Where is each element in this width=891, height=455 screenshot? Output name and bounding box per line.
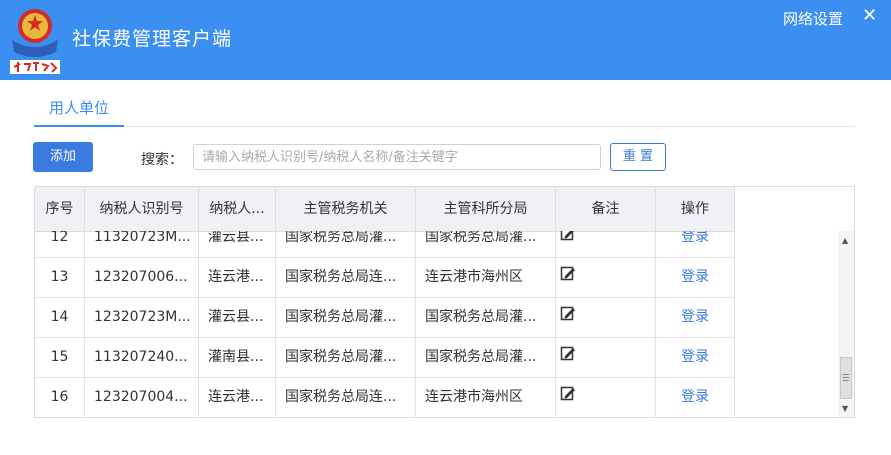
- edit-note-icon[interactable]: [560, 338, 576, 377]
- col-header-index[interactable]: 序号: [35, 187, 85, 231]
- grip-line: [843, 377, 849, 378]
- cell-taxpayer-name: 连云港...: [199, 258, 276, 297]
- search-input[interactable]: [193, 144, 601, 170]
- cell-tax-authority: 国家税务总局灌...: [276, 231, 416, 257]
- cell-index: 14: [35, 298, 85, 337]
- col-header-action[interactable]: 操作: [656, 187, 735, 231]
- cell-taxpayer-id: 113207240...: [85, 338, 199, 377]
- table-header-filler: [735, 187, 854, 231]
- scroll-down-arrow-icon[interactable]: ▼: [842, 404, 848, 413]
- table-scrollbar[interactable]: ▲ ▼: [838, 231, 854, 417]
- col-header-tax-office[interactable]: 主管科所分局: [416, 187, 556, 231]
- cell-taxpayer-id: 12320723M...: [85, 298, 199, 337]
- employer-table: 序号 纳税人识别号 纳税人... 主管税务机关 主管科所分局 备注 操作 12 1…: [34, 186, 855, 418]
- cell-taxpayer-name: 连云港...: [199, 378, 276, 417]
- scrollbar-thumb[interactable]: [840, 357, 852, 399]
- login-link[interactable]: 登录: [681, 349, 709, 365]
- reset-button[interactable]: 重 置: [610, 143, 666, 171]
- tab-employer[interactable]: 用人单位: [34, 98, 124, 127]
- login-link[interactable]: 登录: [681, 269, 709, 285]
- tab-bar: 用人单位: [34, 98, 855, 127]
- login-link[interactable]: 登录: [681, 309, 709, 325]
- edit-note-icon[interactable]: [560, 298, 576, 337]
- cell-tax-authority: 国家税务总局连...: [276, 258, 416, 297]
- cell-note: [556, 338, 656, 377]
- cell-action: 登录: [656, 338, 735, 377]
- login-link[interactable]: 登录: [681, 231, 709, 245]
- network-settings-link[interactable]: 网络设置: [783, 8, 843, 29]
- cell-tax-office: 连云港市海州区: [416, 258, 556, 297]
- cell-note: [556, 298, 656, 337]
- cell-index: 16: [35, 378, 85, 417]
- table-rows: 12 11320723M... 灌云县... 国家税务总局灌... 国家税务总局灌...…: [35, 231, 735, 417]
- cell-tax-office: 国家税务总局灌...: [416, 298, 556, 337]
- scroll-up-arrow-icon[interactable]: ▲: [842, 236, 848, 245]
- cell-tax-authority: 国家税务总局灌...: [276, 338, 416, 377]
- cell-tax-authority: 国家税务总局连...: [276, 378, 416, 417]
- cell-taxpayer-id: 11320723M...: [85, 231, 199, 257]
- cell-taxpayer-id: 123207006...: [85, 258, 199, 297]
- cell-index: 15: [35, 338, 85, 377]
- cell-taxpayer-name: 灌云县...: [199, 231, 276, 257]
- cell-action: 登录: [656, 378, 735, 417]
- table-row: 14 12320723M... 灌云县... 国家税务总局灌... 国家税务总局灌...…: [35, 298, 735, 338]
- col-header-taxpayer-id[interactable]: 纳税人识别号: [85, 187, 199, 231]
- tax-emblem-logo: [6, 4, 64, 74]
- table-row: 12 11320723M... 灌云县... 国家税务总局灌... 国家税务总局灌...…: [35, 231, 735, 258]
- cell-index: 13: [35, 258, 85, 297]
- grip-line: [843, 380, 849, 381]
- cell-note: [556, 231, 656, 257]
- app-header: 社保费管理客户端 网络设置 ✕: [0, 0, 891, 80]
- close-icon[interactable]: ✕: [862, 5, 877, 26]
- search-label: 搜索：: [141, 152, 183, 168]
- cell-tax-office: 连云港市海州区: [416, 378, 556, 417]
- edit-note-icon[interactable]: [560, 378, 576, 417]
- edit-note-icon[interactable]: [560, 258, 576, 297]
- add-button[interactable]: 添加: [33, 142, 93, 172]
- cell-note: [556, 258, 656, 297]
- cell-tax-office: 国家税务总局灌...: [416, 231, 556, 257]
- cell-action: 登录: [656, 231, 735, 257]
- cell-action: 登录: [656, 298, 735, 337]
- table-header: 序号 纳税人识别号 纳税人... 主管税务机关 主管科所分局 备注 操作: [35, 187, 735, 232]
- cell-tax-office: 国家税务总局灌...: [416, 338, 556, 377]
- table-row: 13 123207006... 连云港... 国家税务总局连... 连云港市海州区 登录: [35, 258, 735, 298]
- col-header-tax-authority[interactable]: 主管税务机关: [276, 187, 416, 231]
- login-link[interactable]: 登录: [681, 389, 709, 405]
- cell-note: [556, 378, 656, 417]
- col-header-note[interactable]: 备注: [556, 187, 656, 231]
- grip-line: [843, 374, 849, 375]
- edit-note-icon[interactable]: [560, 231, 576, 257]
- table-row: 16 123207004... 连云港... 国家税务总局连... 连云港市海州区 登录: [35, 378, 735, 417]
- cell-action: 登录: [656, 258, 735, 297]
- col-header-taxpayer-name[interactable]: 纳税人...: [199, 187, 276, 231]
- cell-taxpayer-id: 123207004...: [85, 378, 199, 417]
- app-title: 社保费管理客户端: [72, 28, 233, 50]
- cell-taxpayer-name: 灌南县...: [199, 338, 276, 377]
- cell-index: 12: [35, 231, 85, 257]
- cell-taxpayer-name: 灌云县...: [199, 298, 276, 337]
- cell-tax-authority: 国家税务总局灌...: [276, 298, 416, 337]
- table-body: 12 11320723M... 灌云县... 国家税务总局灌... 国家税务总局灌...…: [35, 231, 735, 417]
- table-row: 15 113207240... 灌南县... 国家税务总局灌... 国家税务总局灌...…: [35, 338, 735, 378]
